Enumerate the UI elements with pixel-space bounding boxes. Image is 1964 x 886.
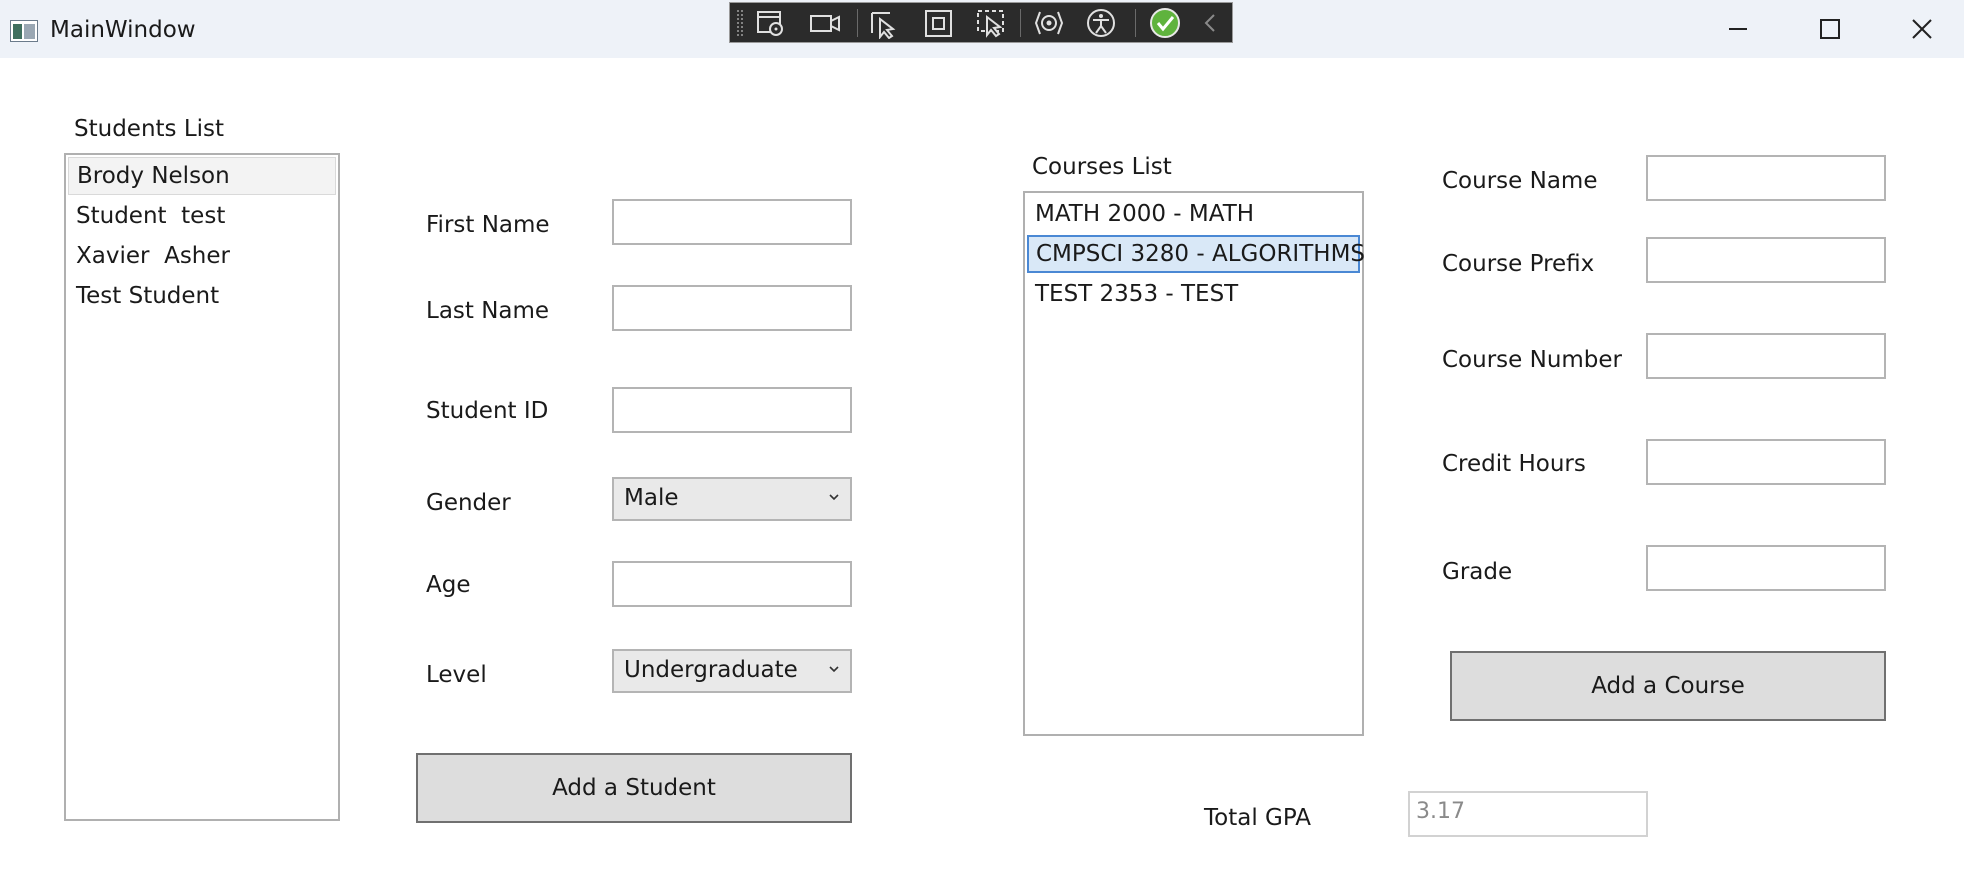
students-list-title: Students List [74, 116, 225, 142]
close-button[interactable] [1876, 0, 1964, 58]
student-item[interactable]: Student test [68, 197, 336, 235]
add-student-button[interactable]: Add a Student [416, 753, 852, 823]
student-item[interactable]: Brody Nelson [68, 157, 336, 195]
accessibility-checker-icon[interactable] [1084, 7, 1118, 39]
level-select[interactable]: Undergraduate [612, 649, 852, 693]
first-name-label: First Name [426, 212, 550, 238]
live-visual-tree-icon[interactable] [754, 7, 788, 39]
minimize-button[interactable] [1692, 0, 1784, 58]
add-course-button[interactable]: Add a Course [1450, 651, 1886, 721]
credit-hours-field[interactable] [1646, 439, 1886, 485]
courses-list[interactable]: MATH 2000 - MATH CMPSCI 3280 - ALGORITHM… [1023, 191, 1365, 736]
student-id-label: Student ID [426, 398, 549, 424]
student-item[interactable]: Test Student [68, 277, 336, 315]
gender-select[interactable]: Male [612, 477, 852, 521]
hot-reload-icon[interactable] [1032, 7, 1066, 39]
course-item-selected[interactable]: CMPSCI 3280 - ALGORITHMS [1027, 235, 1365, 273]
course-item[interactable]: TEST 2353 - TEST [1027, 275, 1360, 313]
age-field[interactable] [612, 561, 852, 607]
close-icon [1912, 19, 1932, 39]
last-name-field[interactable] [612, 285, 852, 331]
course-item[interactable]: MATH 2000 - MATH [1027, 195, 1360, 233]
course-number-field[interactable] [1646, 333, 1886, 379]
course-prefix-field[interactable] [1646, 237, 1886, 283]
course-name-field[interactable] [1646, 155, 1886, 201]
maximize-icon [1820, 19, 1840, 39]
track-focus-icon[interactable] [974, 7, 1008, 39]
total-gpa-label: Total GPA [1204, 805, 1311, 831]
chevron-down-icon [829, 666, 839, 673]
app-icon [10, 20, 38, 42]
level-value: Undergraduate [624, 657, 798, 683]
chevron-down-icon [829, 494, 839, 501]
age-label: Age [426, 572, 471, 598]
minimize-icon [1729, 28, 1747, 30]
students-list[interactable]: Brody Nelson Student test Xavier Asher T… [64, 153, 340, 821]
maximize-button[interactable] [1784, 0, 1876, 58]
window-title: MainWindow [50, 17, 196, 43]
toolbar-grip[interactable] [736, 9, 744, 37]
course-name-label: Course Name [1442, 168, 1598, 194]
course-prefix-label: Course Prefix [1442, 251, 1595, 277]
total-gpa-field: 3.17 [1408, 791, 1648, 837]
grade-field[interactable] [1646, 545, 1886, 591]
student-item[interactable]: Xavier Asher [68, 237, 336, 275]
grade-label: Grade [1442, 559, 1513, 585]
debug-toolbar [729, 2, 1233, 43]
display-layout-adorners-icon[interactable] [922, 7, 956, 39]
gender-value: Male [624, 485, 679, 511]
check-icon[interactable] [1148, 7, 1182, 39]
credit-hours-label: Credit Hours [1442, 451, 1586, 477]
record-icon[interactable] [808, 7, 842, 39]
first-name-field[interactable] [612, 199, 852, 245]
collapse-chevron-icon[interactable] [1194, 7, 1228, 39]
student-id-field[interactable] [612, 387, 852, 433]
courses-list-title: Courses List [1032, 154, 1172, 180]
last-name-label: Last Name [426, 298, 550, 324]
level-label: Level [426, 662, 487, 688]
gender-label: Gender [426, 490, 511, 516]
course-number-label: Course Number [1442, 347, 1623, 373]
select-element-icon[interactable] [868, 7, 902, 40]
